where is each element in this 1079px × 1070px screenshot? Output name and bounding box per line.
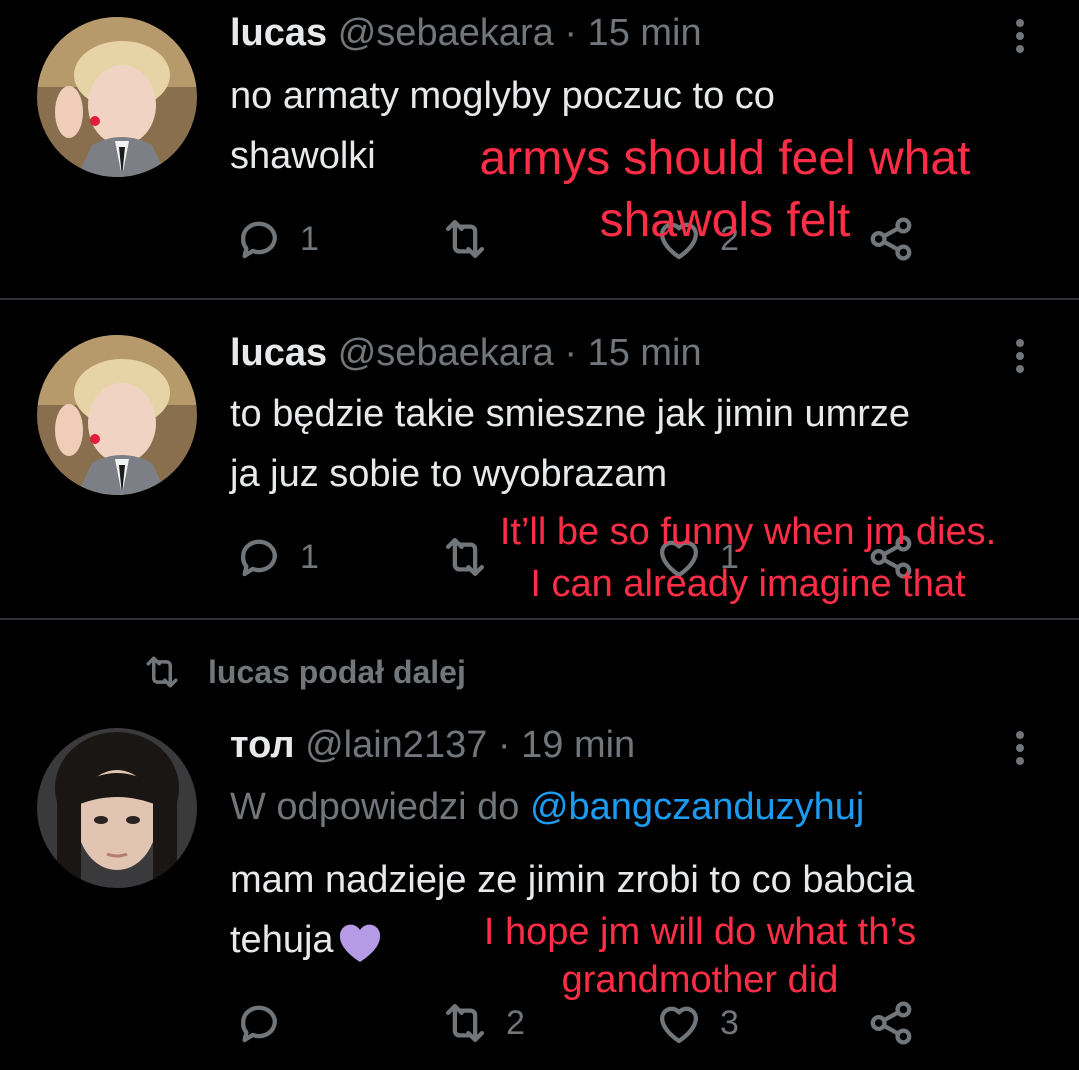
tweet-text-line: mam nadzieje ze jimin zrobi to co babcia bbox=[230, 859, 915, 901]
retweet-icon bbox=[438, 996, 492, 1050]
tweet-header: lucas @sebaekara · 15 min bbox=[230, 12, 702, 55]
purple-heart-emoji bbox=[339, 924, 380, 962]
translation-overlay: armys should feel what shawols felt bbox=[420, 128, 1030, 252]
separator-dot: · bbox=[497, 724, 511, 766]
like-button[interactable]: 3 bbox=[652, 996, 739, 1050]
tweet-header: тол @lain2137 · 19 min bbox=[230, 724, 635, 767]
tweet-text-line: to będzie takie smieszne jak jimin umrze bbox=[230, 393, 911, 435]
tweet-text: to będzie takie smieszne jak jimin umrze… bbox=[230, 384, 910, 504]
display-name[interactable]: тол bbox=[230, 724, 295, 766]
reply-count: 1 bbox=[300, 537, 319, 576]
translation-overlay: I hope jm will do what th’s grandmother … bbox=[420, 908, 980, 1004]
reply-button[interactable] bbox=[232, 996, 300, 1050]
reply-prefix: W odpowiedzi do bbox=[230, 786, 520, 828]
heart-icon bbox=[652, 996, 706, 1050]
overlay-line: It’ll be so funny when jm dies. bbox=[499, 511, 997, 553]
tweet-actions: 2 3 bbox=[0, 996, 1079, 1052]
retweet-icon bbox=[140, 650, 184, 694]
tweet-header: lucas @sebaekara · 15 min bbox=[230, 332, 702, 375]
reply-icon bbox=[232, 212, 286, 266]
overlay-line: I hope jm will do what th’s bbox=[483, 911, 917, 953]
reply-count: 1 bbox=[300, 219, 319, 258]
user-handle[interactable]: @sebaekara bbox=[338, 332, 554, 374]
timestamp[interactable]: 15 min bbox=[588, 332, 702, 374]
share-icon bbox=[864, 996, 918, 1050]
overlay-line: grandmother did bbox=[561, 959, 839, 1001]
reply-context: W odpowiedzi do @bangczanduzyhuj bbox=[230, 786, 864, 829]
more-vertical-icon[interactable] bbox=[1008, 726, 1032, 770]
divider bbox=[0, 298, 1079, 300]
user-handle[interactable]: @lain2137 bbox=[305, 724, 487, 766]
avatar[interactable] bbox=[37, 335, 197, 495]
display-name[interactable]: lucas bbox=[230, 332, 327, 374]
share-button[interactable] bbox=[864, 996, 918, 1050]
display-name[interactable]: lucas bbox=[230, 12, 327, 54]
tweet-text-line: no armaty moglyby poczuc to co bbox=[230, 75, 775, 117]
retweet-button[interactable]: 2 bbox=[438, 996, 525, 1050]
overlay-line: shawols felt bbox=[599, 194, 851, 247]
more-vertical-icon[interactable] bbox=[1008, 334, 1032, 378]
translation-overlay: It’ll be so funny when jm dies. I can al… bbox=[448, 506, 1048, 610]
tweet-text-line: ja juz sobie to wyobrazam bbox=[230, 453, 668, 495]
separator-dot: · bbox=[564, 332, 577, 374]
tweet-text-line: tehuja bbox=[230, 919, 334, 961]
more-vertical-icon[interactable] bbox=[1008, 14, 1032, 58]
retweet-banner[interactable]: lucas podał dalej bbox=[140, 650, 466, 694]
avatar[interactable] bbox=[37, 17, 197, 177]
avatar[interactable] bbox=[37, 728, 197, 888]
reply-icon bbox=[232, 996, 286, 1050]
timestamp[interactable]: 19 min bbox=[521, 724, 635, 766]
reply-button[interactable]: 1 bbox=[232, 530, 319, 584]
like-count: 3 bbox=[720, 1003, 739, 1042]
reply-mention-link[interactable]: @bangczanduzyhuj bbox=[530, 786, 864, 828]
user-handle[interactable]: @sebaekara bbox=[338, 12, 554, 54]
separator-dot: · bbox=[564, 12, 577, 54]
retweet-count: 2 bbox=[506, 1003, 525, 1042]
reply-button[interactable]: 1 bbox=[232, 212, 319, 266]
divider bbox=[0, 618, 1079, 620]
overlay-line: I can already imagine that bbox=[530, 563, 966, 605]
retweet-banner-label: lucas podał dalej bbox=[208, 653, 466, 690]
timestamp[interactable]: 15 min bbox=[588, 12, 702, 54]
reply-icon bbox=[232, 530, 286, 584]
overlay-line: armys should feel what bbox=[479, 132, 971, 185]
